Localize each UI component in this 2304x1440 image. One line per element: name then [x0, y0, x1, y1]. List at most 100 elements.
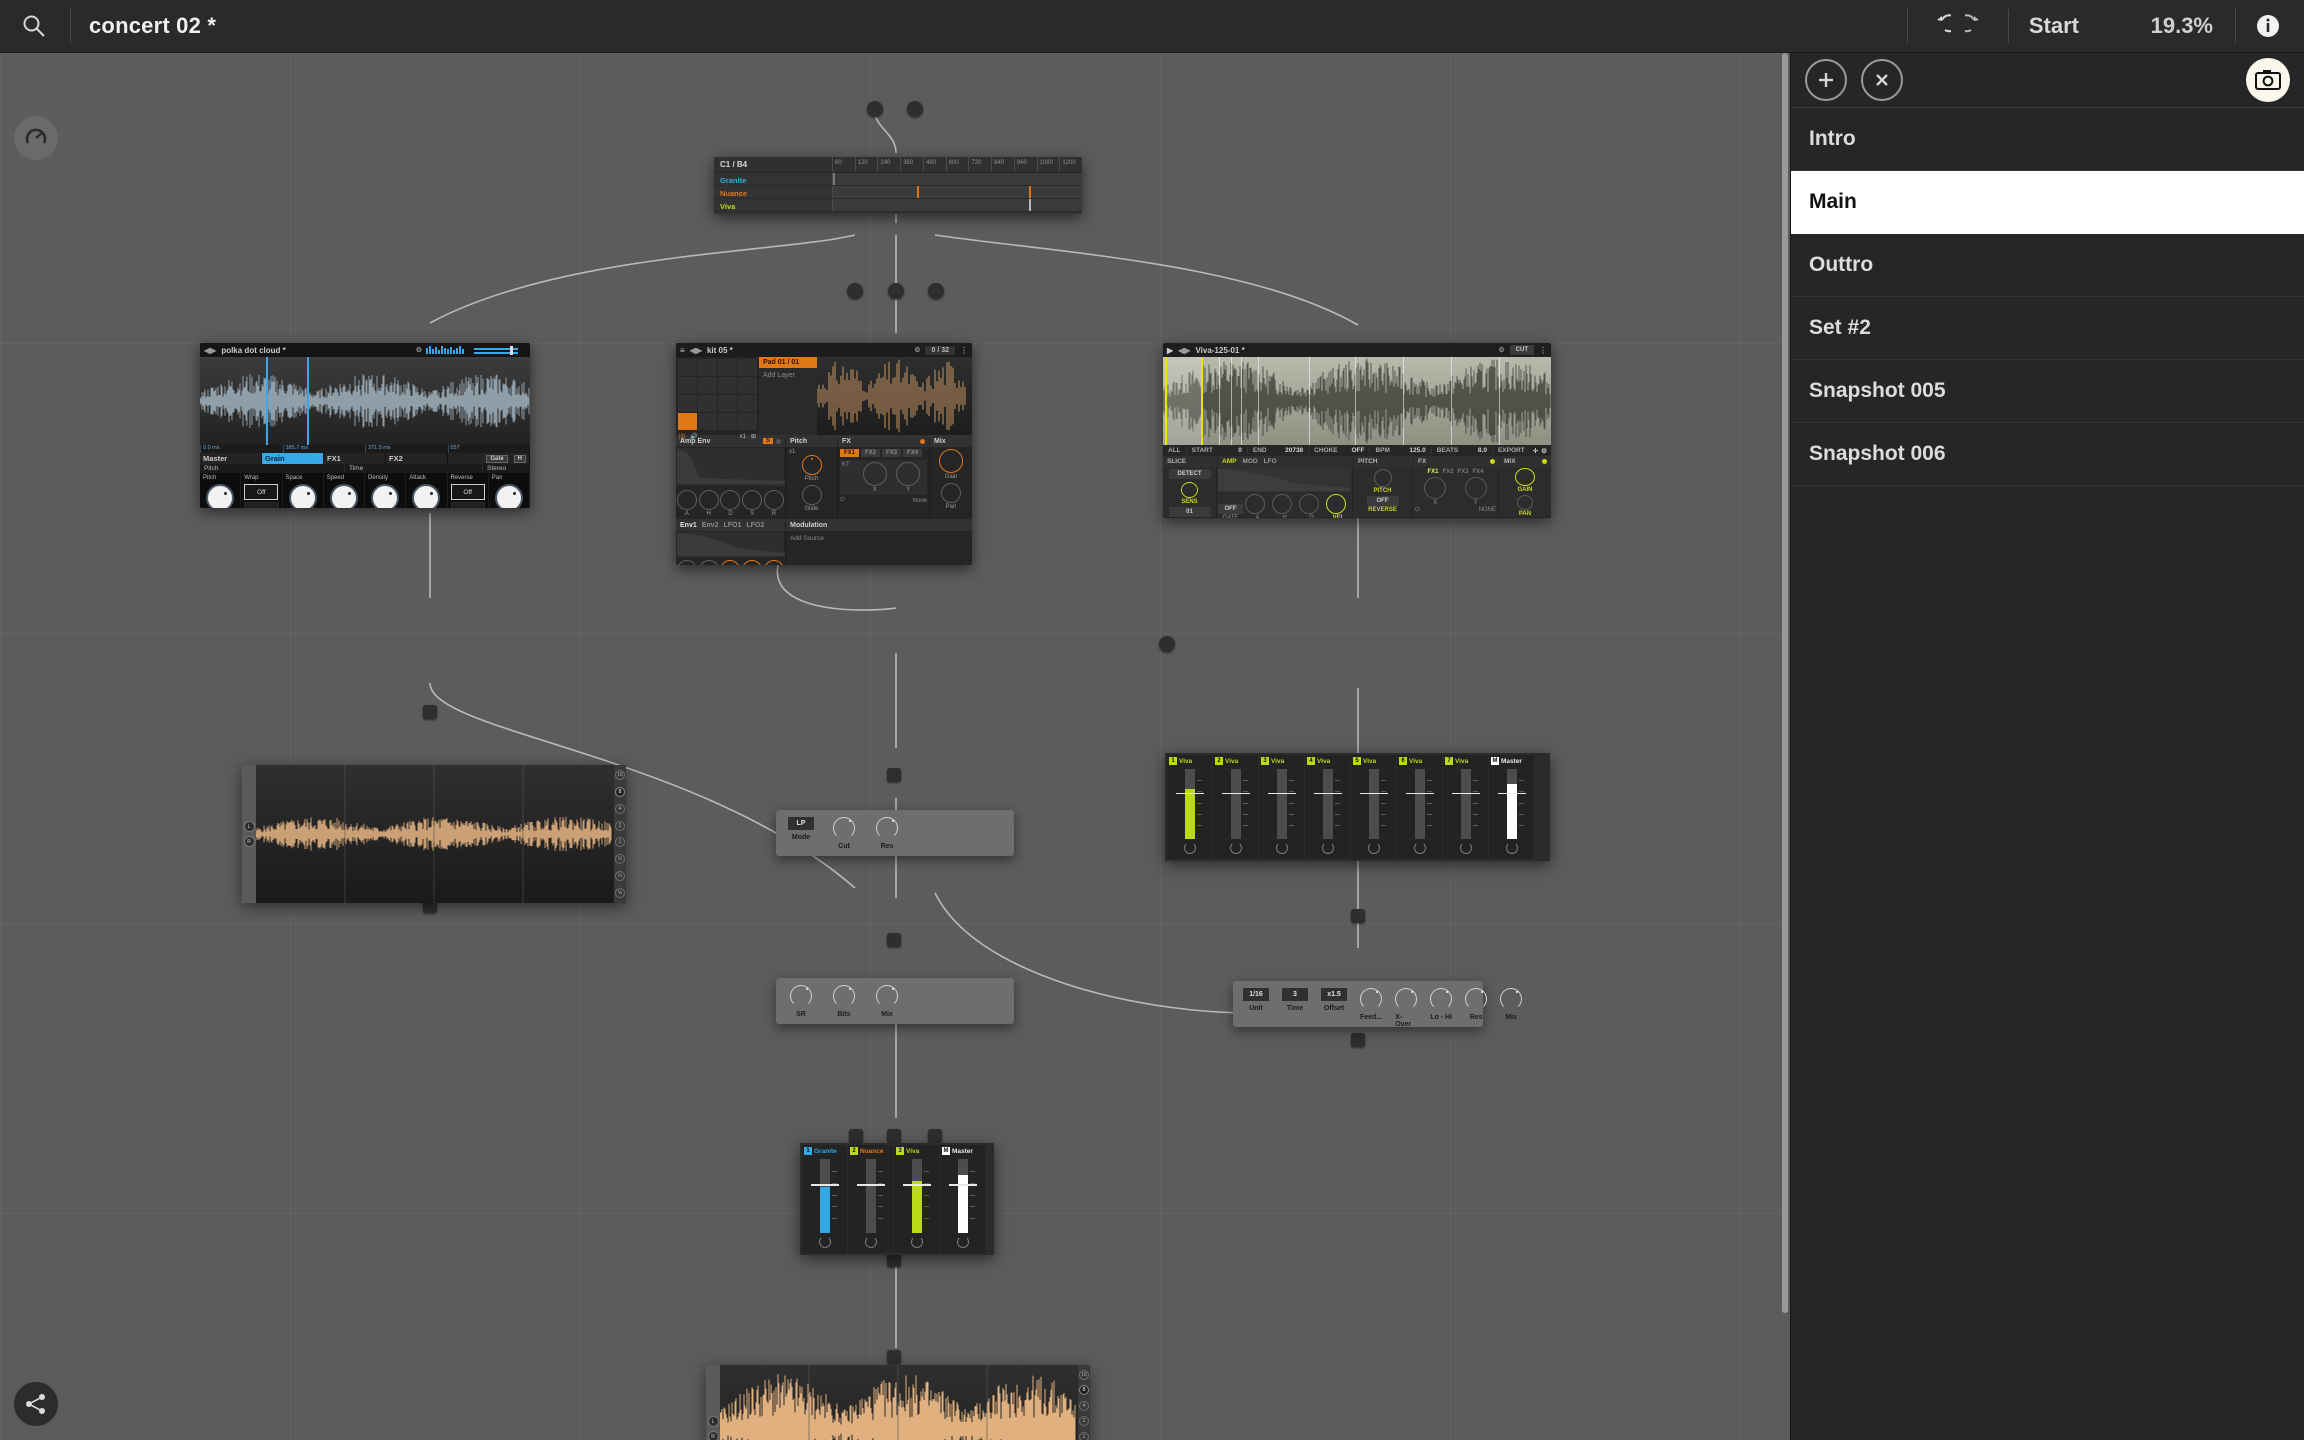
- mod-d-knob[interactable]: [720, 560, 740, 565]
- undo-icon[interactable]: [1918, 13, 1958, 39]
- viva-slicer-module[interactable]: ▶ ◀▶ Viva-125-01 * ⚙ CUT ⋮: [1163, 343, 1551, 518]
- granular-module[interactable]: ◀▶ polka dot cloud * ⚙ 0.0 ms185.7 ms371…: [200, 343, 530, 508]
- channel-number[interactable]: 3: [896, 1147, 904, 1155]
- viva-tab-amp[interactable]: AMP: [1222, 458, 1236, 465]
- channel-fader[interactable]: [817, 1159, 833, 1233]
- channel-number[interactable]: M: [942, 1147, 950, 1155]
- dial-icon[interactable]: [14, 116, 58, 160]
- channel-fader[interactable]: [1458, 769, 1474, 839]
- division-2-button[interactable]: 2: [615, 821, 625, 831]
- kit-layer-selected[interactable]: Pad 01 / 01: [759, 357, 817, 368]
- viva-fx-preset[interactable]: NONE: [1479, 507, 1496, 514]
- kit-pad[interactable]: [678, 377, 697, 394]
- sequencer-track-lane[interactable]: [832, 186, 1082, 198]
- snapshot-item-main[interactable]: Main: [1791, 171, 2304, 234]
- field-value[interactable]: 20738: [1285, 447, 1303, 454]
- recorder-l-button[interactable]: L: [244, 821, 255, 832]
- slice-marker[interactable]: [1258, 357, 1259, 445]
- port[interactable]: [887, 933, 901, 947]
- speed-knob[interactable]: [330, 484, 358, 508]
- viva-field-end[interactable]: END20738: [1247, 447, 1308, 454]
- viva-vel-knob[interactable]: [1326, 494, 1346, 514]
- slice-marker[interactable]: [1219, 357, 1220, 445]
- kit-pad[interactable]: [678, 413, 697, 430]
- mix-knob[interactable]: [1500, 988, 1522, 1010]
- kit-pad[interactable]: [698, 359, 717, 376]
- wrap-toggle[interactable]: Off: [244, 484, 278, 500]
- transport-start-button[interactable]: Start: [2029, 13, 2079, 39]
- unit-button[interactable]: 1/16: [1243, 988, 1269, 1001]
- channel-pan-knob[interactable]: [1322, 842, 1334, 854]
- viva-fx3-tab[interactable]: FX3: [1458, 469, 1469, 475]
- mix-enable-led[interactable]: [1542, 459, 1547, 464]
- pitch-knob[interactable]: [802, 455, 822, 475]
- mix-pan-knob[interactable]: [941, 483, 961, 503]
- viva-move-icon[interactable]: ✛: [1530, 447, 1541, 455]
- add-snapshot-button[interactable]: [1805, 59, 1847, 101]
- granular-tab-fx2[interactable]: FX2: [386, 453, 448, 464]
- port[interactable]: [888, 283, 904, 299]
- channel-pan-knob[interactable]: [865, 1236, 877, 1248]
- viva-fx-power-icon[interactable]: ⏻: [1415, 507, 1420, 514]
- division-4-button[interactable]: 4: [1079, 1401, 1089, 1411]
- kit-fx-tabs[interactable]: FX1FX2FX3FX4: [840, 449, 927, 457]
- recorder-module-left[interactable]: LR 168421½¼⅛: [242, 765, 626, 903]
- info-icon[interactable]: [2246, 13, 2290, 39]
- settings-icon[interactable]: ⚙: [416, 346, 422, 354]
- port[interactable]: [928, 283, 944, 299]
- fx-y-knob[interactable]: [896, 462, 920, 486]
- amp-a-knob[interactable]: [677, 490, 697, 510]
- mixer-channel[interactable]: 7Viva: [1443, 755, 1488, 859]
- recorder-waveform[interactable]: [256, 765, 614, 903]
- play-icon[interactable]: ▶: [1167, 346, 1173, 355]
- fx-enable-led[interactable]: [1490, 459, 1495, 464]
- kit-pad[interactable]: [698, 395, 717, 412]
- cut-knob[interactable]: [833, 817, 855, 839]
- amp-r-knob[interactable]: [764, 490, 784, 510]
- kit-pad[interactable]: [718, 359, 737, 376]
- division-8-button[interactable]: 8: [1079, 1385, 1089, 1395]
- channel-number[interactable]: M: [1491, 757, 1499, 765]
- fader-handle[interactable]: [1222, 793, 1250, 795]
- division-8-button[interactable]: 8: [615, 787, 625, 797]
- fx-kt-label[interactable]: KT: [842, 462, 858, 493]
- kit-mod-tab-env1[interactable]: Env1: [680, 522, 697, 529]
- delay-effect-module[interactable]: 1/16Unit3Timex1.5OffsetFeed...X-OverLo -…: [1233, 981, 1483, 1027]
- channel-fader[interactable]: [1274, 769, 1290, 839]
- division-2-button[interactable]: 2: [1079, 1416, 1089, 1426]
- mod-r-knob[interactable]: [764, 560, 784, 565]
- clip-marker[interactable]: [1029, 186, 1031, 198]
- mode-button[interactable]: LP: [788, 817, 814, 830]
- mixer-channel[interactable]: 1Granite: [802, 1145, 847, 1253]
- prev-next-icon[interactable]: ◀▶: [690, 346, 702, 355]
- viva-gate-button[interactable]: OFF: [1218, 504, 1243, 514]
- camera-icon[interactable]: [2246, 58, 2290, 102]
- viva-a-knob[interactable]: [1245, 494, 1265, 514]
- port[interactable]: [867, 101, 883, 117]
- res-knob[interactable]: [876, 817, 898, 839]
- feed--knob[interactable]: [1360, 988, 1382, 1010]
- channel-number[interactable]: 4: [1307, 757, 1315, 765]
- viva-fx-y-knob[interactable]: [1465, 477, 1487, 499]
- channel-fader[interactable]: [1504, 769, 1520, 839]
- division-½-button[interactable]: ½: [615, 854, 625, 864]
- glide-knob[interactable]: [802, 485, 822, 505]
- port[interactable]: [423, 705, 437, 719]
- recorder-l-button[interactable]: L: [708, 1416, 719, 1427]
- slice-marker[interactable]: [1309, 357, 1310, 445]
- mod-a-knob[interactable]: [677, 560, 697, 565]
- channel-pan-knob[interactable]: [819, 1236, 831, 1248]
- bits-knob[interactable]: [833, 985, 855, 1007]
- channel-number[interactable]: 6: [1399, 757, 1407, 765]
- fader-handle[interactable]: [949, 1184, 977, 1186]
- clip-marker[interactable]: [833, 173, 835, 185]
- search-icon[interactable]: [8, 13, 60, 39]
- cut-button[interactable]: CUT: [1510, 345, 1534, 355]
- mixer-channel[interactable]: 2Nuance: [848, 1145, 893, 1253]
- channel-fader[interactable]: [955, 1159, 971, 1233]
- slice-marker[interactable]: [1451, 357, 1452, 445]
- kit-fx4-tab[interactable]: FX4: [903, 449, 922, 457]
- prev-next-icon[interactable]: ◀▶: [204, 346, 216, 355]
- viva-d-knob[interactable]: [1299, 494, 1319, 514]
- share-icon[interactable]: [14, 1382, 58, 1426]
